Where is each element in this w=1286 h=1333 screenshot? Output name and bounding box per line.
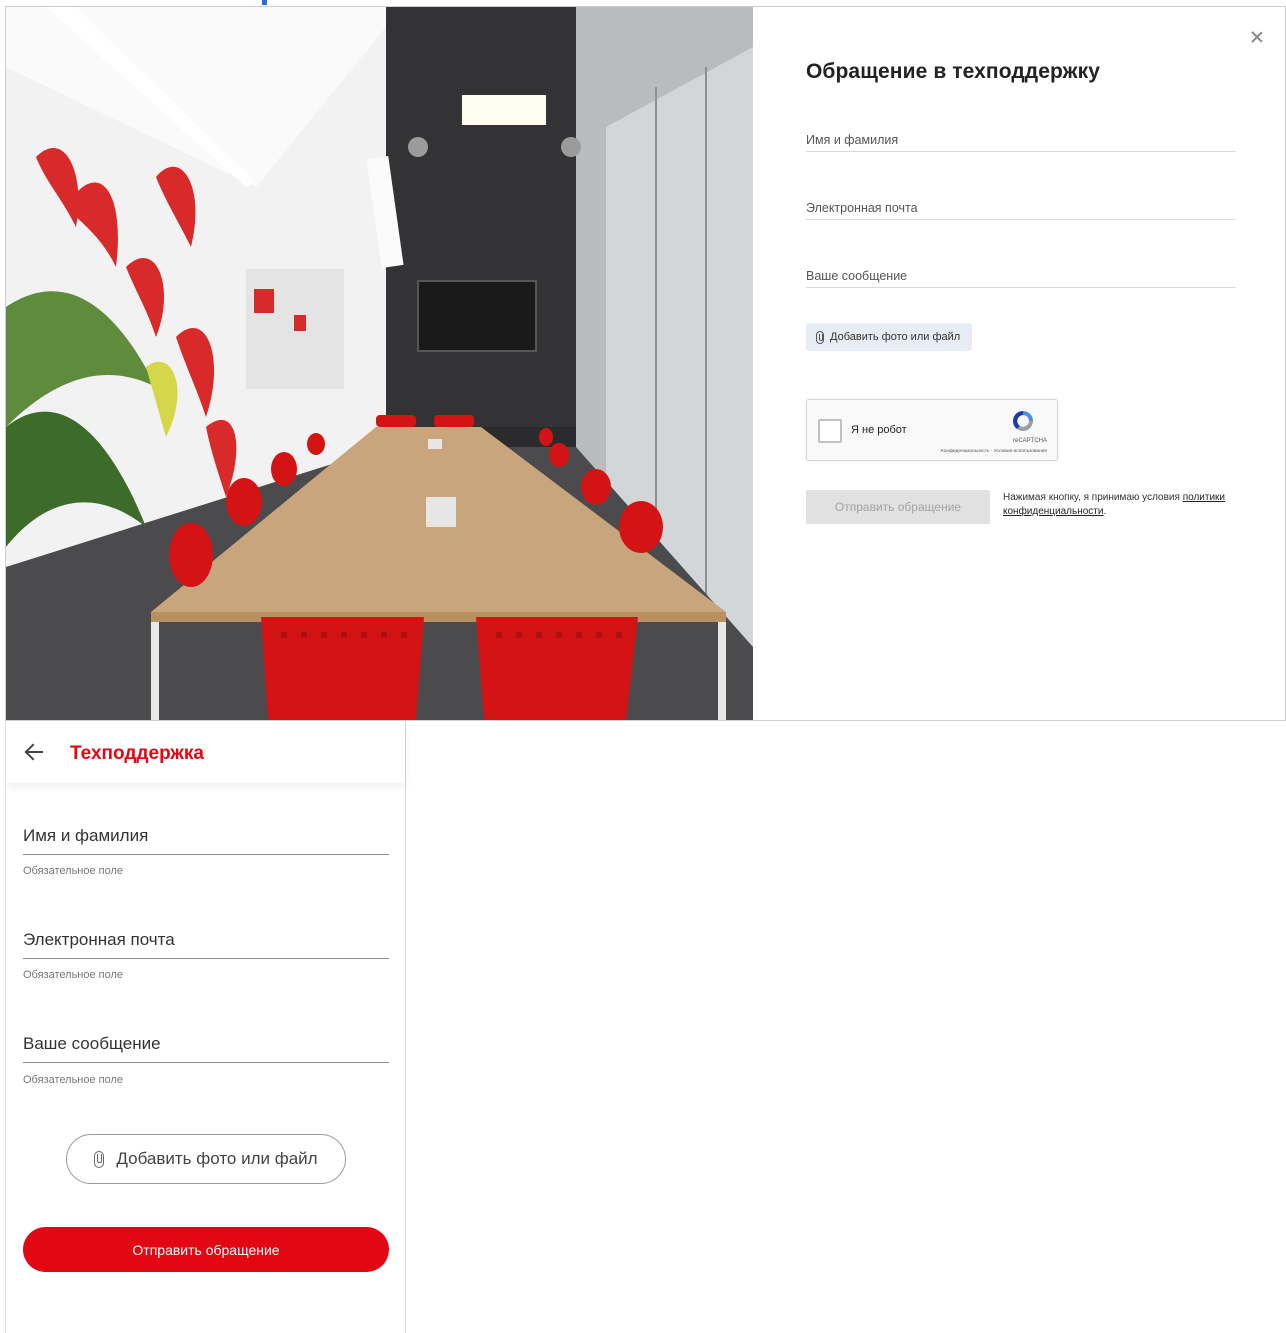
consent-end: . [1103, 506, 1107, 517]
recaptcha-logo-icon [1013, 411, 1033, 431]
top-edge-marker [262, 0, 267, 5]
attach-file-label: Добавить фото или файл [830, 331, 961, 343]
mobile-email-input[interactable] [23, 915, 389, 958]
mobile-page-title: Техподдержка [70, 743, 204, 764]
mobile-message-input[interactable] [23, 1019, 389, 1062]
modal-title: Обращение в техподдержку [806, 60, 1101, 83]
mobile-attach-file-label: Добавить фото или файл [116, 1149, 318, 1168]
recaptcha-brand: reCAPTCHA [1012, 438, 1047, 444]
back-arrow-icon[interactable] [24, 741, 50, 763]
mobile-submit-button[interactable]: Отправить обращение [23, 1227, 389, 1272]
attach-file-button[interactable]: Добавить фото или файл [806, 323, 973, 351]
paperclip-icon [816, 330, 824, 344]
mobile-email-hint: Обязательное поле [23, 969, 124, 981]
support-modal-desktop: Обращение в техподдержку Добавить фото и… [5, 6, 1286, 721]
mobile-name-hint: Обязательное поле [23, 865, 124, 877]
mobile-message-hint: Обязательное поле [23, 1074, 124, 1086]
email-input[interactable] [806, 190, 1236, 219]
name-input[interactable] [806, 122, 1236, 151]
mobile-attach-file-button[interactable]: Добавить фото или файл [66, 1134, 346, 1184]
support-form-mobile: Техподдержка Обязательное поле Обязатель… [5, 721, 406, 1333]
message-input[interactable] [806, 258, 1236, 287]
recaptcha-widget: Я не робот reCAPTCHA Конфиденциальность … [806, 399, 1058, 461]
mobile-email-field[interactable] [23, 915, 389, 959]
mobile-message-field[interactable] [23, 1019, 389, 1063]
meeting-room-photo [6, 7, 753, 720]
mobile-name-field[interactable] [23, 811, 389, 855]
recaptcha-links[interactable]: Конфиденциальность - Условия использован… [941, 449, 1047, 454]
recaptcha-checkbox[interactable] [818, 419, 842, 443]
submit-button[interactable]: Отправить обращение [806, 490, 990, 524]
paperclip-icon [94, 1150, 105, 1168]
close-icon[interactable] [1247, 28, 1267, 48]
mobile-header: Техподдержка [6, 721, 405, 783]
mobile-name-input[interactable] [23, 811, 389, 854]
name-field[interactable] [806, 122, 1236, 152]
consent-prefix: Нажимая кнопку, я принимаю условия [1003, 492, 1180, 503]
support-form-panel: Обращение в техподдержку Добавить фото и… [753, 7, 1285, 720]
consent-text: Нажимая кнопку, я принимаю условия полит… [1003, 491, 1243, 519]
email-field[interactable] [806, 190, 1236, 220]
message-field[interactable] [806, 258, 1236, 288]
recaptcha-label: Я не робот [851, 424, 907, 436]
